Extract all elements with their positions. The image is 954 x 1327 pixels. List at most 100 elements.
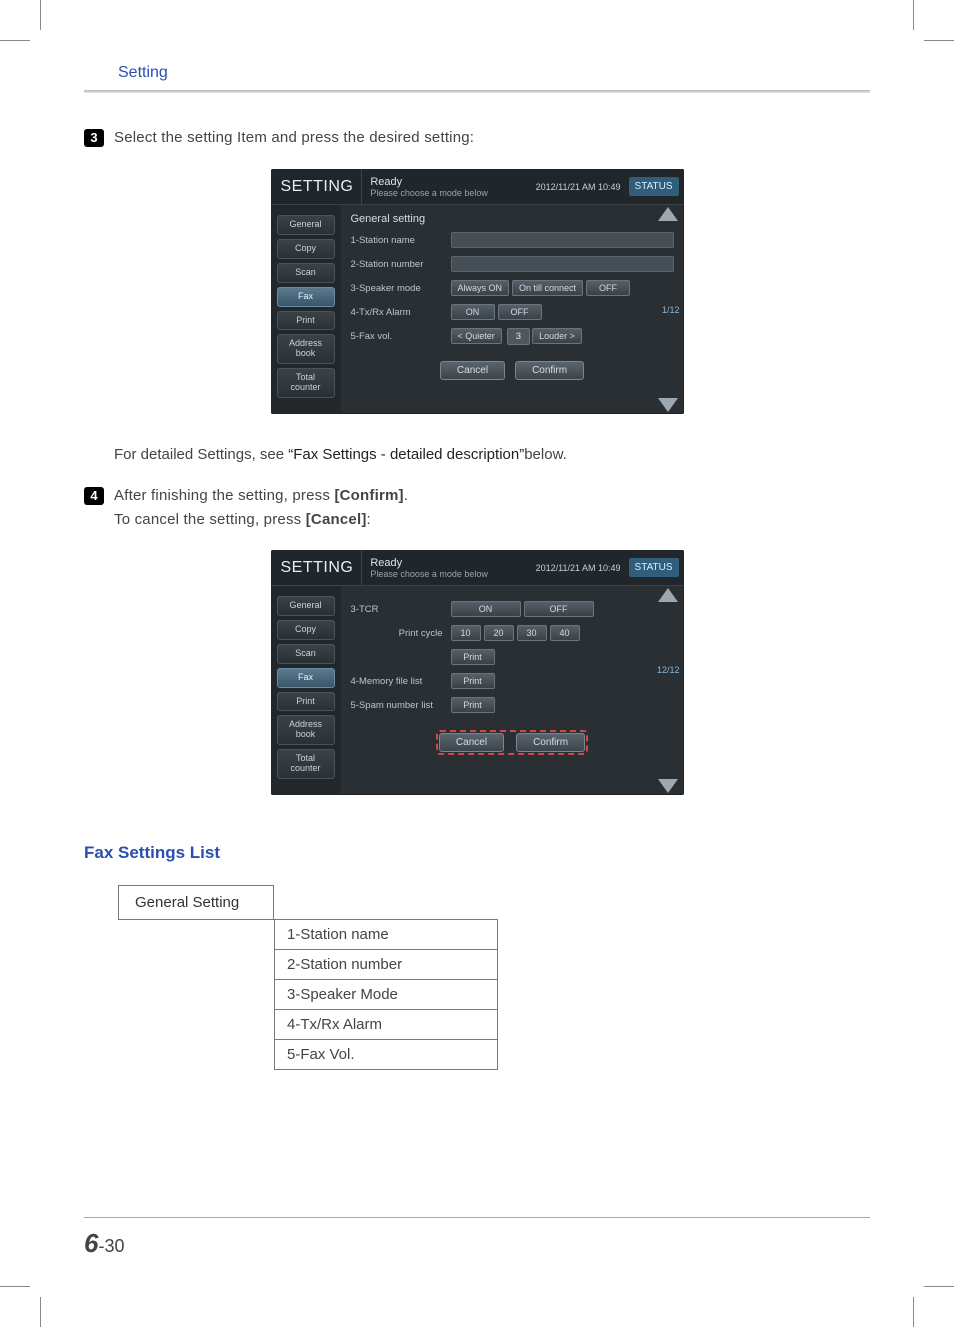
horizontal-rule [84, 90, 870, 93]
crop-mark [40, 0, 41, 30]
crop-mark [40, 1297, 41, 1327]
print-cycle-30[interactable]: 30 [517, 625, 547, 641]
sidebar-item-print-2[interactable]: Print [277, 692, 335, 712]
print-cycle-label: Print cycle [351, 628, 451, 639]
device-header-2: SETTING Ready Please choose a mode below… [271, 550, 684, 586]
cancel-button[interactable]: Cancel [440, 361, 505, 380]
step-badge-4: 4 [84, 487, 104, 505]
status-button[interactable]: STATUS [629, 177, 679, 196]
sidebar-item-scan[interactable]: Scan [277, 263, 335, 283]
tree-item-fax-vol: 5-Fax Vol. [275, 1040, 497, 1069]
station-name-input[interactable] [451, 232, 674, 248]
row-spam-number-list: 5-Spam number list [351, 700, 451, 711]
device-main-panel: 1/12 General setting 1-Station name 2-St… [341, 205, 684, 414]
scroll-down-icon-2[interactable] [658, 779, 678, 793]
confirm-button-2[interactable]: Confirm [516, 733, 585, 752]
step-4-line1: After finishing the setting, press [Conf… [114, 487, 408, 504]
device-title-2: SETTING [271, 550, 363, 585]
highlight-cancel-confirm: Cancel Confirm [436, 730, 588, 755]
step4-text2-a: To cancel the setting, press [114, 511, 306, 528]
step4-confirm-ref: [Confirm] [334, 487, 403, 504]
note-prefix: For detailed Settings, see [114, 446, 288, 463]
tree-list: 1-Station name 2-Station number 3-Speake… [274, 919, 498, 1070]
sidebar-item-total-counter-2[interactable]: Total counter [277, 749, 335, 779]
memory-file-print-button[interactable]: Print [451, 673, 495, 689]
page-no: 30 [104, 1236, 124, 1256]
step-badge-3: 3 [84, 129, 104, 147]
fax-vol-value: 3 [507, 328, 530, 345]
spam-number-print-button[interactable]: Print [451, 697, 495, 713]
print-cycle-20[interactable]: 20 [484, 625, 514, 641]
detail-note: For detailed Settings, see “Fax Settings… [114, 446, 870, 463]
page-indicator: 1/12 [662, 305, 680, 315]
sidebar-item-scan-2[interactable]: Scan [277, 644, 335, 664]
note-link: “Fax Settings - detailed description” [288, 446, 524, 463]
ready-label-2: Ready [370, 557, 527, 569]
ready-label: Ready [370, 176, 527, 188]
speaker-on-till-connect-button[interactable]: On till connect [512, 280, 583, 296]
scroll-up-icon-2[interactable] [658, 588, 678, 602]
tcr-on-button[interactable]: ON [451, 601, 521, 617]
page-number: 6-30 [84, 1228, 870, 1259]
alarm-off-button[interactable]: OFF [498, 304, 542, 320]
sidebar-item-print[interactable]: Print [277, 311, 335, 331]
sidebar-item-fax[interactable]: Fax [277, 287, 335, 307]
step-3-text: Select the setting Item and press the de… [114, 129, 474, 146]
cancel-button-2[interactable]: Cancel [439, 733, 504, 752]
crop-mark [924, 1286, 954, 1287]
step4-text-c: . [404, 487, 408, 504]
alarm-on-button[interactable]: ON [451, 304, 495, 320]
sidebar-item-address-book-2[interactable]: Address book [277, 715, 335, 745]
device-sidebar-2: General Copy Scan Fax Print Address book… [271, 586, 341, 795]
step4-cancel-ref: [Cancel] [306, 511, 367, 528]
speaker-off-button[interactable]: OFF [586, 280, 630, 296]
tcr-off-button[interactable]: OFF [524, 601, 594, 617]
page-footer: 6-30 [84, 1217, 870, 1259]
panel-heading: General setting [351, 213, 674, 225]
print-cycle-40[interactable]: 40 [550, 625, 580, 641]
scroll-down-icon[interactable] [658, 398, 678, 412]
print-cycle-10[interactable]: 10 [451, 625, 481, 641]
crop-mark [924, 40, 954, 41]
confirm-button[interactable]: Confirm [515, 361, 584, 380]
step-3: 3 Select the setting Item and press the … [84, 129, 870, 147]
fax-settings-list-heading: Fax Settings List [84, 843, 870, 863]
settings-tree: General Setting 1-Station name 2-Station… [118, 885, 870, 1070]
sidebar-item-fax-2[interactable]: Fax [277, 668, 335, 688]
page-indicator-2: 12/12 [657, 665, 680, 675]
step-4: 4 After finishing the setting, press [Co… [84, 487, 870, 505]
sidebar-item-total-counter[interactable]: Total counter [277, 368, 335, 398]
subtitle-label: Please choose a mode below [370, 188, 527, 198]
device-sidebar: General Copy Scan Fax Print Address book… [271, 205, 341, 414]
scroll-up-icon[interactable] [658, 207, 678, 221]
row-station-name: 1-Station name [351, 235, 451, 246]
tree-item-txrx-alarm: 4-Tx/Rx Alarm [275, 1010, 497, 1040]
print-cycle-print-button[interactable]: Print [451, 649, 495, 665]
crop-mark [0, 40, 30, 41]
quieter-button[interactable]: < Quieter [451, 328, 502, 344]
tree-item-station-name: 1-Station name [275, 920, 497, 950]
device-title: SETTING [271, 169, 363, 204]
speaker-always-on-button[interactable]: Always ON [451, 280, 510, 296]
sidebar-item-copy-2[interactable]: Copy [277, 620, 335, 640]
tree-item-speaker-mode: 3-Speaker Mode [275, 980, 497, 1010]
crop-mark [0, 1286, 30, 1287]
station-number-input[interactable] [451, 256, 674, 272]
louder-button[interactable]: Louder > [532, 328, 582, 344]
section-title: Setting [84, 40, 870, 90]
sidebar-item-general-2[interactable]: General [277, 596, 335, 616]
sidebar-item-general[interactable]: General [277, 215, 335, 235]
sidebar-item-copy[interactable]: Copy [277, 239, 335, 259]
device-screenshot-2: SETTING Ready Please choose a mode below… [271, 550, 684, 795]
subtitle-label-2: Please choose a mode below [370, 569, 527, 579]
row-station-number: 2-Station number [351, 259, 451, 270]
status-button-2[interactable]: STATUS [629, 558, 679, 577]
crop-mark [913, 0, 914, 30]
tree-header-general-setting: General Setting [118, 885, 274, 920]
sidebar-item-address-book[interactable]: Address book [277, 334, 335, 364]
step-4-line2: To cancel the setting, press [Cancel]: [114, 511, 870, 528]
row-fax-vol: 5-Fax vol. [351, 331, 451, 342]
row-tcr: 3-TCR [351, 604, 451, 615]
datetime-label: 2012/11/21 AM 10:49 [536, 182, 627, 192]
row-speaker-mode: 3-Speaker mode [351, 283, 451, 294]
